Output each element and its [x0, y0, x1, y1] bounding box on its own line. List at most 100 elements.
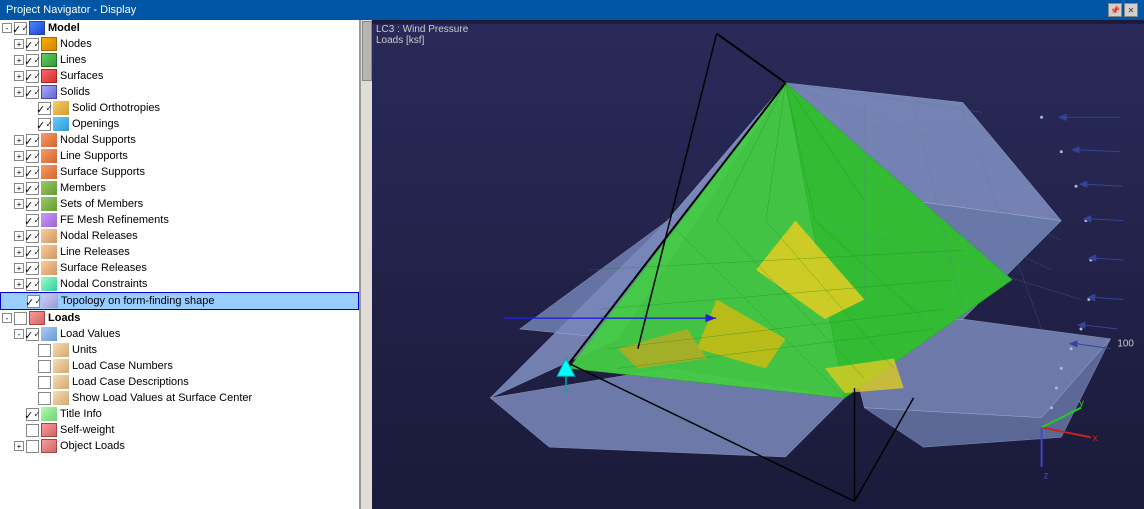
expand-btn-solids[interactable]: +: [14, 87, 24, 97]
checkbox-nodes[interactable]: ✓: [26, 38, 39, 51]
checkbox-surface-releases[interactable]: ✓: [26, 262, 39, 275]
item-icon-surface-supports: [41, 165, 57, 179]
checkbox-load-case-desc[interactable]: [38, 376, 51, 389]
tree-item-loads[interactable]: -Loads: [0, 310, 359, 326]
checkbox-model[interactable]: ✓: [14, 22, 27, 35]
scrollbar[interactable]: [360, 20, 372, 509]
expand-btn-sets-of-members[interactable]: +: [14, 199, 24, 209]
item-label-solid-orth: Solid Orthotropies: [72, 102, 160, 114]
checkbox-openings[interactable]: ✓: [38, 118, 51, 131]
item-label-line-supports: Line Supports: [60, 150, 128, 162]
expand-btn-line-releases[interactable]: +: [14, 247, 24, 257]
checkbox-surfaces[interactable]: ✓: [26, 70, 39, 83]
checkbox-surface-supports[interactable]: ✓: [26, 166, 39, 179]
check-icon: ✓: [12, 23, 21, 34]
checkbox-load-values[interactable]: ✓: [26, 328, 39, 341]
item-label-object-loads: Object Loads: [60, 440, 125, 452]
tree-item-load-case-desc[interactable]: Load Case Descriptions: [0, 374, 359, 390]
checkbox-load-case-numbers[interactable]: [38, 360, 51, 373]
close-button[interactable]: ✕: [1124, 3, 1138, 17]
checkbox-show-load-values[interactable]: [38, 392, 51, 405]
check-icon: ✓: [24, 151, 33, 162]
item-icon-title-info: [41, 407, 57, 421]
checkbox-solid-orth[interactable]: ✓: [38, 102, 51, 115]
checkbox-loads[interactable]: [14, 312, 27, 325]
checkbox-object-loads[interactable]: [26, 440, 39, 453]
checkbox-nodal-constraints[interactable]: ✓: [26, 278, 39, 291]
check-icon: ✓: [25, 296, 34, 307]
expand-btn-lines[interactable]: +: [14, 55, 24, 65]
tree-item-nodes[interactable]: +✓ Nodes: [0, 36, 359, 52]
expand-btn-surface-supports[interactable]: +: [14, 167, 24, 177]
item-label-nodes: Nodes: [60, 38, 92, 50]
checkbox-line-supports[interactable]: ✓: [26, 150, 39, 163]
item-icon-nodal-constraints: [41, 277, 57, 291]
expand-btn-line-supports[interactable]: +: [14, 151, 24, 161]
expand-btn-nodal-supports[interactable]: +: [14, 135, 24, 145]
expand-btn-surface-releases[interactable]: +: [14, 263, 24, 273]
tree-item-load-case-numbers[interactable]: Load Case Numbers: [0, 358, 359, 374]
checkbox-sets-of-members[interactable]: ✓: [26, 198, 39, 211]
tree-item-nodal-supports[interactable]: +✓Nodal Supports: [0, 132, 359, 148]
tree-item-nodal-releases[interactable]: +✓Nodal Releases: [0, 228, 359, 244]
tree-item-lines[interactable]: +✓Lines: [0, 52, 359, 68]
checkbox-fe-mesh[interactable]: ✓: [26, 214, 39, 227]
check-icon: ✓: [24, 167, 33, 178]
expand-btn-nodal-constraints[interactable]: +: [14, 279, 24, 289]
tree-item-model[interactable]: -✓Model: [0, 20, 359, 36]
checkbox-solids[interactable]: ✓: [26, 86, 39, 99]
item-icon-nodal-releases: [41, 229, 57, 243]
tree-item-object-loads[interactable]: + Object Loads: [0, 438, 359, 454]
item-label-self-weight: Self-weight: [60, 424, 114, 436]
pin-button[interactable]: 📌: [1108, 3, 1122, 17]
checkbox-self-weight[interactable]: [26, 424, 39, 437]
tree-item-show-load-values[interactable]: Show Load Values at Surface Center: [0, 390, 359, 406]
check-icon: ✓: [36, 119, 45, 130]
tree-item-line-supports[interactable]: +✓ Line Supports: [0, 148, 359, 164]
tree-item-title-info[interactable]: ✓Title Info: [0, 406, 359, 422]
tree-item-nodal-constraints[interactable]: +✓Nodal Constraints: [0, 276, 359, 292]
tree-item-solid-orth[interactable]: ✓ Solid Orthotropies: [0, 100, 359, 116]
expand-btn-loads[interactable]: -: [2, 313, 12, 323]
check-icon: ✓: [24, 329, 33, 340]
check-icon: ✓: [24, 247, 33, 258]
tree-item-topology[interactable]: ✓Topology on form-finding shape: [0, 292, 359, 310]
expand-btn-nodes[interactable]: +: [14, 39, 24, 49]
expand-btn-members[interactable]: +: [14, 183, 24, 193]
item-label-sets-of-members: Sets of Members: [60, 198, 143, 210]
item-icon-load-values: [41, 327, 57, 341]
expand-btn-nodal-releases[interactable]: +: [14, 231, 24, 241]
tree-item-load-values[interactable]: -✓Load Values: [0, 326, 359, 342]
checkbox-nodal-supports[interactable]: ✓: [26, 134, 39, 147]
tree-item-self-weight[interactable]: Self-weight: [0, 422, 359, 438]
tree-item-line-releases[interactable]: +✓Line Releases: [0, 244, 359, 260]
checkbox-line-releases[interactable]: ✓: [26, 246, 39, 259]
tree-item-surfaces[interactable]: +✓Surfaces: [0, 68, 359, 84]
tree-item-solids[interactable]: +✓Solids: [0, 84, 359, 100]
title-bar-left: Project Navigator - Display: [6, 4, 136, 16]
checkbox-nodal-releases[interactable]: ✓: [26, 230, 39, 243]
tree-item-openings[interactable]: ✓Openings: [0, 116, 359, 132]
expand-btn-load-values[interactable]: -: [14, 329, 24, 339]
tree-item-members[interactable]: +✓Members: [0, 180, 359, 196]
expand-btn-model[interactable]: -: [2, 23, 12, 33]
item-icon-surface-releases: [41, 261, 57, 275]
tree-item-surface-supports[interactable]: +✓Surface Supports: [0, 164, 359, 180]
item-icon-lines: [41, 53, 57, 67]
checkbox-units[interactable]: [38, 344, 51, 357]
tree-item-fe-mesh[interactable]: ✓FE Mesh Refinements: [0, 212, 359, 228]
tree-item-units[interactable]: Units: [0, 342, 359, 358]
checkbox-members[interactable]: ✓: [26, 182, 39, 195]
expand-btn-surfaces[interactable]: +: [14, 71, 24, 81]
viewport-label: LC3 : Wind Pressure Loads [ksf]: [376, 24, 468, 46]
tree-item-sets-of-members[interactable]: +✓ Sets of Members: [0, 196, 359, 212]
tree-item-surface-releases[interactable]: +✓Surface Releases: [0, 260, 359, 276]
checkbox-topology[interactable]: ✓: [27, 295, 40, 308]
checkbox-title-info[interactable]: ✓: [26, 408, 39, 421]
checkbox-lines[interactable]: ✓: [26, 54, 39, 67]
tree-container[interactable]: -✓Model+✓Nodes+✓Lines+✓Surfaces+✓Solids✓…: [0, 20, 359, 509]
check-icon: ✓: [24, 39, 33, 50]
check-icon: ✓: [24, 231, 33, 242]
scrollbar-thumb[interactable]: [362, 21, 372, 81]
expand-btn-object-loads[interactable]: +: [14, 441, 24, 451]
